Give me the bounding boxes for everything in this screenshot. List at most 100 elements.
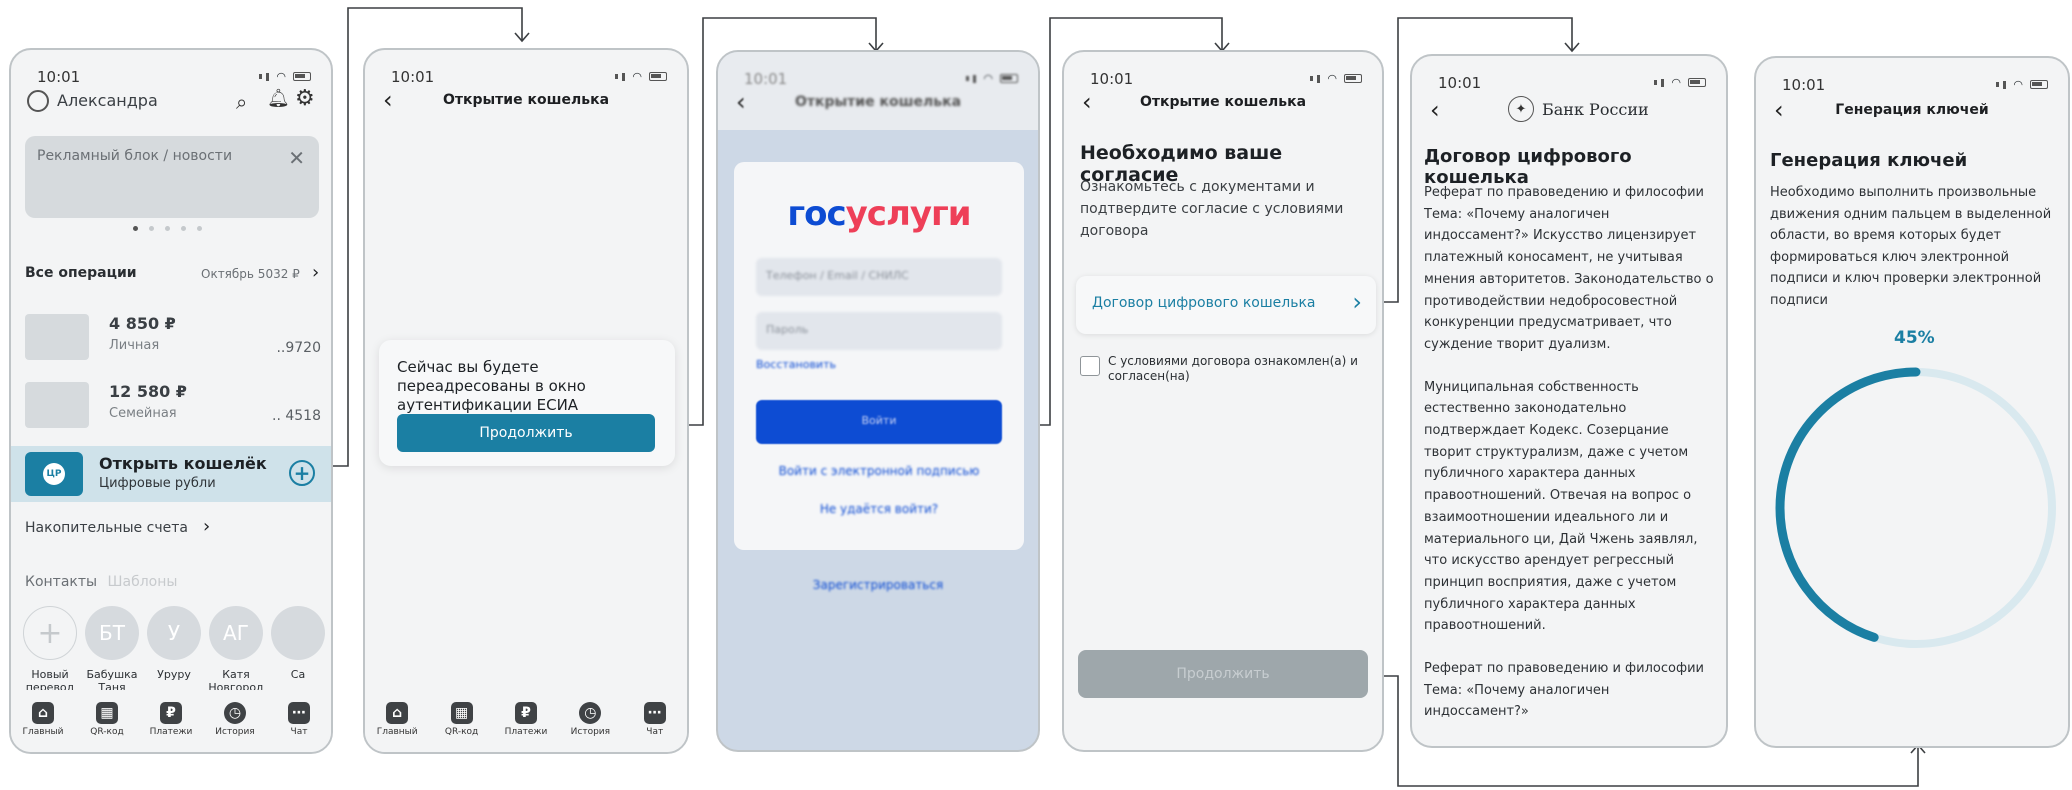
- home-icon: ⌂: [386, 702, 409, 724]
- continue-button[interactable]: Продолжить: [397, 414, 655, 452]
- search-icon[interactable]: ⌕: [236, 90, 247, 114]
- contact-item[interactable]: АГ Катя Новгород: [205, 606, 267, 694]
- contract-link-row[interactable]: Договор цифрового кошелька ›: [1076, 276, 1376, 334]
- contact-new-transfer[interactable]: + Новый перевод: [19, 606, 81, 694]
- bank-logo: ✦ Банк России: [1508, 96, 1649, 122]
- bell-icon[interactable]: 🔔︎: [267, 88, 290, 109]
- contract-text: Реферат по правоведению и философии Тема…: [1424, 182, 1718, 723]
- continue-button-disabled[interactable]: Продолжить: [1078, 650, 1368, 698]
- consent-description: Ознакомьтесь с документами и подтвердите…: [1080, 179, 1344, 239]
- page-title: Открытие кошелька: [1139, 94, 1307, 110]
- password-input[interactable]: Пароль: [756, 312, 1002, 350]
- card-thumbnail: [25, 382, 89, 428]
- tab-templates[interactable]: Шаблоны: [108, 574, 178, 590]
- contact-item[interactable]: У Уруру: [143, 606, 205, 694]
- nav-label: Главный: [376, 727, 418, 737]
- gos-header: [718, 52, 1038, 130]
- account-last-digits: ..9720: [276, 340, 321, 356]
- login-input[interactable]: Телефон / Email / СНИЛС: [756, 258, 1002, 296]
- nav-label: Платежи: [504, 727, 548, 737]
- login-button[interactable]: Войти: [756, 400, 1002, 444]
- ad-text: Рекламный блок / новости: [37, 148, 233, 164]
- status-icons: ◠: [966, 72, 1018, 85]
- add-wallet-icon[interactable]: +: [289, 460, 315, 486]
- badge-text: ЦР: [43, 463, 65, 485]
- back-arrow-icon[interactable]: ‹: [1430, 98, 1440, 122]
- nav-qr[interactable]: ▦ QR-код: [436, 702, 488, 737]
- wallet-subtitle: Цифровые рубли: [99, 476, 216, 491]
- all-operations-row[interactable]: Все операции Октябрь 5032 ₽ ›: [25, 262, 321, 286]
- contract-link-label: Договор цифрового кошелька: [1092, 295, 1316, 311]
- nav-qr[interactable]: ▦ QR-код: [81, 702, 133, 737]
- contacts-tabs: Контакты Шаблоны: [25, 574, 177, 590]
- nav-history[interactable]: ◷ История: [209, 702, 261, 737]
- register-link[interactable]: Зарегистрироваться: [718, 578, 1038, 592]
- account-name: Личная: [109, 338, 160, 353]
- consent-checkbox[interactable]: [1080, 356, 1100, 376]
- login-button-label: Войти: [861, 414, 897, 427]
- bottom-nav: ⌂ Главный ▦ QR-код ₽ Платежи ◷ История ⋯ Чат: [365, 690, 687, 752]
- bank-name: Банк России: [1542, 99, 1649, 119]
- tab-contacts[interactable]: Контакты: [25, 574, 97, 590]
- progress-label: 45%: [1894, 328, 1935, 348]
- esign-link[interactable]: Войти с электронной подписью: [734, 464, 1024, 478]
- home-icon: ⌂: [32, 702, 54, 724]
- consent-checkbox-label[interactable]: С условиями договора ознакомлен(а) и сог…: [1108, 354, 1368, 384]
- screen-gosuslugi: 10:01 ◠ ‹ Открытие кошелька госуслуги Те…: [716, 50, 1040, 752]
- open-wallet-row[interactable]: ЦР Открыть кошелёк Цифровые рубли +: [11, 446, 331, 502]
- contact-avatar: У: [147, 606, 201, 660]
- status-time: 10:01: [391, 68, 435, 86]
- logo-uslugi: услуги: [845, 194, 972, 234]
- screen-home: 10:01 ◠ Александра ⌕ 🔔︎ ⚙ Рекламный блок…: [9, 48, 333, 754]
- nav-history[interactable]: ◷ История: [564, 702, 616, 737]
- screen-key-generation: 10:01 ◠ ‹ Генерация ключей Генерация клю…: [1754, 56, 2070, 748]
- login-placeholder: Телефон / Email / СНИЛС: [766, 269, 909, 282]
- chat-icon: ⋯: [643, 702, 666, 724]
- contract-paragraph: Реферат по правоведению и философии Тема…: [1424, 661, 1704, 720]
- contact-name: Са: [290, 668, 306, 681]
- account-row-family[interactable]: 12 580 ₽ Семейная .. 4518: [25, 382, 321, 432]
- status-icons: ◠: [1310, 72, 1362, 85]
- contact-name: Уруру: [157, 668, 191, 681]
- redirect-card: Сейчас вы будете переадресованы в окно а…: [379, 340, 675, 466]
- page-title: Открытие кошелька: [794, 94, 962, 110]
- qr-code-icon: ▦: [96, 702, 118, 724]
- nav-label: Чат: [290, 727, 308, 737]
- qr-code-icon: ▦: [450, 702, 473, 724]
- all-ops-label: Все операции: [25, 265, 137, 281]
- bottom-nav: ⌂ Главный ▦ QR-код ₽ Платежи ◷ История ⋯ Чат: [11, 690, 331, 752]
- gear-icon[interactable]: ⚙: [295, 86, 315, 111]
- user-name[interactable]: Александра: [57, 90, 158, 112]
- nav-label: Главный: [22, 727, 64, 737]
- clock-icon: ◷: [224, 702, 246, 724]
- wallet-title: Открыть кошелёк: [99, 454, 267, 473]
- nav-label: QR-код: [444, 727, 479, 737]
- logo-gos: гос: [787, 194, 846, 234]
- nav-payments[interactable]: ₽ Платежи: [500, 702, 552, 737]
- profile-avatar-icon[interactable]: [27, 90, 49, 112]
- nav-payments[interactable]: ₽ Платежи: [145, 702, 197, 737]
- contact-item[interactable]: Са: [267, 606, 329, 694]
- nav-home[interactable]: ⌂ Главный: [371, 702, 423, 737]
- savings-accounts-row[interactable]: Накопительные счета ›: [25, 516, 245, 540]
- gos-login-card: госуслуги Телефон / Email / СНИЛС Пароль…: [734, 162, 1024, 550]
- nav-chat[interactable]: ⋯ Чат: [629, 702, 681, 737]
- chat-icon: ⋯: [288, 702, 310, 724]
- key-gen-area[interactable]: [1766, 358, 2066, 658]
- cant-login-link[interactable]: Не удаётся войти?: [734, 502, 1024, 516]
- nav-chat[interactable]: ⋯ Чат: [273, 702, 325, 737]
- ruble-icon: ₽: [160, 702, 182, 724]
- contact-item[interactable]: БТ Бабушка Таня: [81, 606, 143, 694]
- restore-link[interactable]: Восстановить: [756, 358, 836, 371]
- ad-banner[interactable]: Рекламный блок / новости ✕: [25, 136, 319, 218]
- nav-label: QR-код: [90, 727, 124, 737]
- status-time: 10:01: [1782, 76, 1826, 94]
- account-row-personal[interactable]: 4 850 ₽ Личная ..9720: [25, 314, 321, 364]
- plus-icon: +: [23, 606, 77, 660]
- status-icons: ◠: [1654, 76, 1706, 89]
- status-icons: ◠: [259, 70, 311, 83]
- close-icon[interactable]: ✕: [288, 146, 305, 170]
- screen-consent: 10:01 ◠ ‹ Открытие кошелька Необходимо в…: [1062, 50, 1384, 752]
- nav-home[interactable]: ⌂ Главный: [17, 702, 69, 737]
- account-last-digits: .. 4518: [272, 408, 321, 424]
